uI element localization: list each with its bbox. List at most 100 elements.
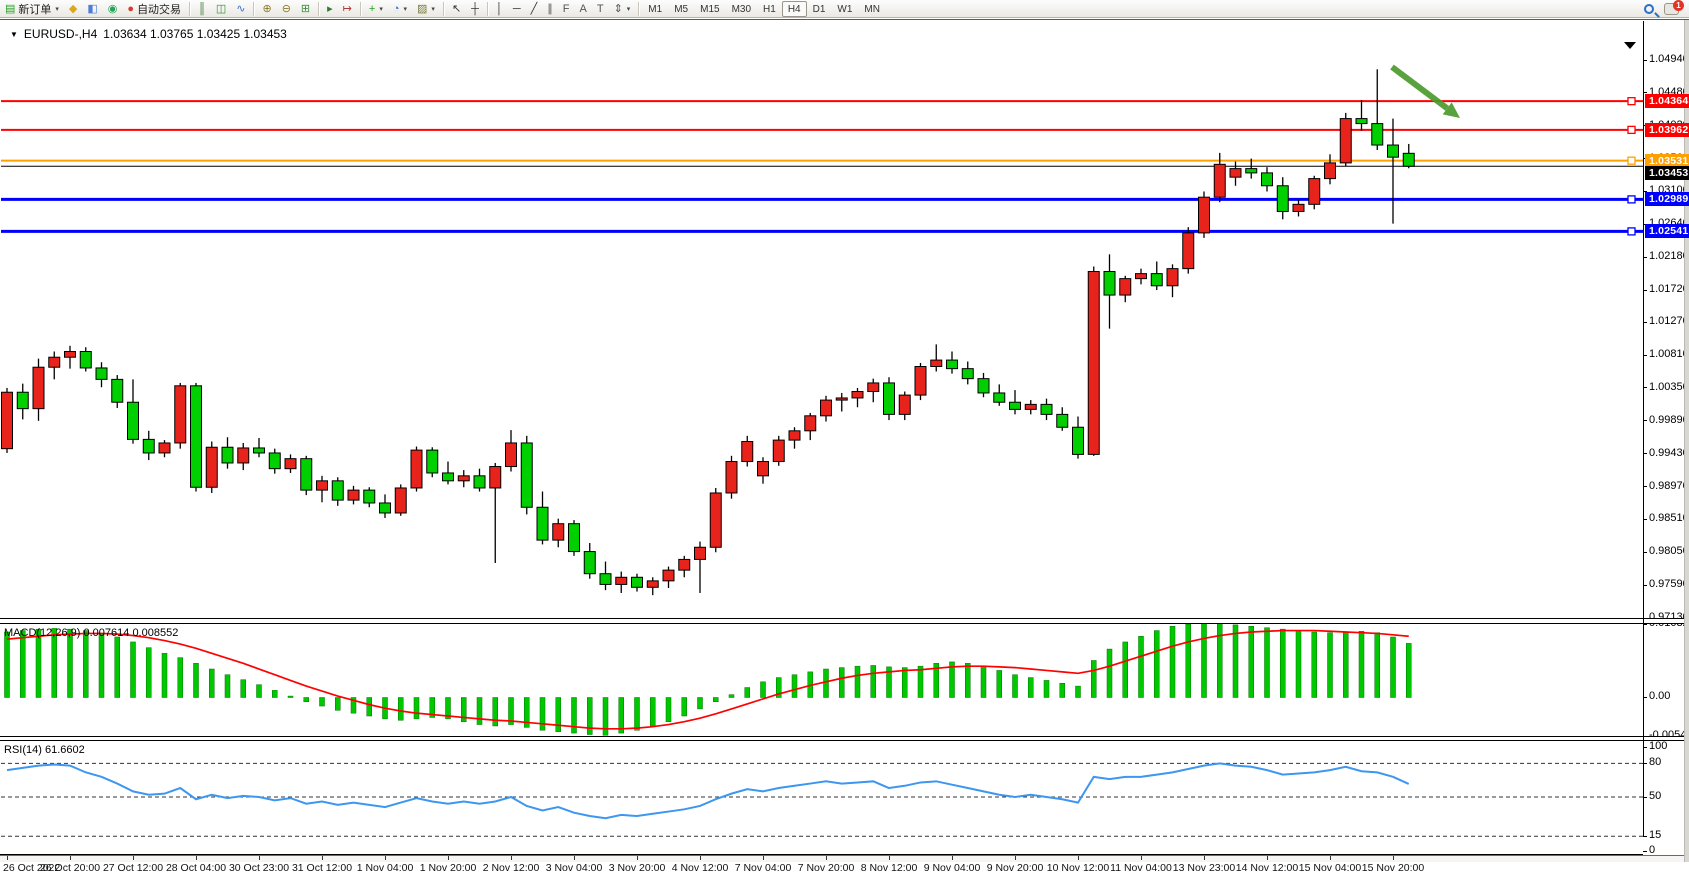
- time-label[interactable]: 9 Nov 20:00: [987, 862, 1044, 874]
- new-order-icon: ▤: [5, 1, 15, 17]
- time-label[interactable]: 1 Nov 20:00: [420, 862, 477, 874]
- bar-chart-button[interactable]: ║: [193, 1, 211, 17]
- chart-window[interactable]: ▼ EURUSD-,H4 1.03634 1.03765 1.03425 1.0…: [0, 19, 1689, 861]
- price-tick-label: 0.98970: [1649, 480, 1689, 492]
- time-label[interactable]: 30 Oct 23:00: [229, 862, 289, 874]
- crosshair-button[interactable]: ┼: [466, 1, 484, 17]
- arrows-tool-dropdown-icon[interactable]: ▾: [627, 5, 631, 13]
- chart-menu-icon[interactable]: ▼: [10, 30, 18, 39]
- right-scroll-strip[interactable]: [1684, 20, 1689, 862]
- auto-scroll-button[interactable]: ▸: [322, 1, 338, 17]
- price-tick-label: 1.00350: [1649, 381, 1689, 393]
- text-label-button[interactable]: T: [592, 1, 609, 17]
- pane-separator-macd[interactable]: [0, 618, 1689, 624]
- tile-windows-icon: ⊞: [301, 1, 310, 17]
- timeframe-w1[interactable]: W1: [831, 1, 858, 17]
- chart-shift-marker: [1624, 42, 1636, 49]
- rsi-line: [7, 763, 1409, 818]
- support-line-1[interactable]: [1, 196, 1643, 203]
- arrows-tool-button[interactable]: ⇕▾: [609, 1, 636, 17]
- auto-trading-icon: ●: [127, 1, 134, 17]
- time-label[interactable]: 7 Nov 04:00: [735, 862, 792, 874]
- crosshair-icon: ┼: [471, 1, 479, 17]
- resistance-line-1-handle[interactable]: [1628, 98, 1635, 105]
- time-tick: [826, 856, 827, 860]
- chat-bubble-icon[interactable]: 1: [1664, 3, 1679, 15]
- time-label[interactable]: 27 Oct 12:00: [103, 862, 163, 874]
- pivot-line[interactable]: [1, 157, 1643, 164]
- indicators-dropdown-icon[interactable]: ▾: [379, 5, 383, 13]
- resistance-line-2[interactable]: [1, 126, 1643, 133]
- support-line-1-handle[interactable]: [1628, 196, 1635, 203]
- timeframe-buttons: M1M5M15M30H1H4D1W1MN: [642, 1, 886, 17]
- resistance-line-2-handle[interactable]: [1628, 126, 1635, 133]
- time-label[interactable]: 8 Nov 12:00: [861, 862, 918, 874]
- search-icon[interactable]: [1644, 4, 1654, 14]
- resistance-line-1[interactable]: [1, 98, 1643, 105]
- periods-button[interactable]: ◔▾: [388, 1, 412, 17]
- tile-windows-button[interactable]: ⊞: [296, 1, 315, 17]
- time-tick: [574, 856, 575, 860]
- time-tick: [1141, 856, 1142, 860]
- toolbar-separator: [443, 2, 444, 16]
- time-label[interactable]: 31 Oct 12:00: [292, 862, 352, 874]
- text-button[interactable]: A: [574, 1, 591, 17]
- zoom-out-button[interactable]: ⊖: [277, 1, 296, 17]
- time-label[interactable]: 10 Nov 12:00: [1047, 862, 1109, 874]
- close-value: 1.03453: [243, 27, 286, 41]
- data-window-button[interactable]: ◧: [82, 1, 102, 17]
- timeframe-h1[interactable]: H1: [757, 1, 782, 17]
- candlestick-chart-button[interactable]: ◫: [211, 1, 231, 17]
- timeframe-d1[interactable]: D1: [807, 1, 832, 17]
- rsi-label: RSI(14) 61.6602: [4, 744, 85, 756]
- time-label[interactable]: 7 Nov 20:00: [798, 862, 855, 874]
- indicators-button[interactable]: +▾: [364, 1, 388, 17]
- time-label[interactable]: 26 Oct 20:00: [40, 862, 100, 874]
- time-label[interactable]: 11 Nov 04:00: [1110, 862, 1172, 874]
- cursor-button[interactable]: ↖: [447, 1, 466, 17]
- price-tick-label: 0.98510: [1649, 512, 1689, 524]
- trend-arrow-annotation[interactable]: [1392, 67, 1460, 118]
- time-label[interactable]: 13 Nov 23:00: [1173, 862, 1235, 874]
- time-label[interactable]: 14 Nov 12:00: [1236, 862, 1298, 874]
- channel-button[interactable]: ∥: [542, 1, 558, 17]
- templates-button[interactable]: ▨▾: [412, 1, 440, 17]
- time-label[interactable]: 2 Nov 12:00: [483, 862, 540, 874]
- timeframe-m30[interactable]: M30: [726, 1, 757, 17]
- time-label[interactable]: 1 Nov 04:00: [357, 862, 414, 874]
- time-label[interactable]: 9 Nov 04:00: [924, 862, 981, 874]
- zoom-in-button[interactable]: ⊕: [257, 1, 276, 17]
- time-label[interactable]: 4 Nov 12:00: [672, 862, 729, 874]
- market-watch-button[interactable]: ◆: [64, 1, 82, 17]
- timeframe-mn[interactable]: MN: [858, 1, 886, 17]
- timeframe-m15[interactable]: M15: [694, 1, 725, 17]
- pane-separator-rsi[interactable]: [0, 736, 1689, 741]
- timeframe-m1[interactable]: M1: [642, 1, 668, 17]
- time-label[interactable]: 3 Nov 04:00: [546, 862, 603, 874]
- time-label[interactable]: 3 Nov 20:00: [609, 862, 666, 874]
- price-tick-label: 0.97590: [1649, 578, 1689, 590]
- pivot-line-handle[interactable]: [1628, 157, 1635, 164]
- templates-dropdown-icon[interactable]: ▾: [431, 5, 435, 13]
- fibonacci-button[interactable]: F: [558, 1, 575, 17]
- chart-shift-button[interactable]: ↦: [338, 1, 357, 17]
- line-chart-button[interactable]: ∿: [231, 1, 250, 17]
- trendline-button[interactable]: ╱: [526, 1, 543, 17]
- timeframe-h4[interactable]: H4: [782, 1, 807, 17]
- rsi-value: 61.6602: [45, 744, 85, 756]
- time-label[interactable]: 15 Nov 20:00: [1362, 862, 1424, 874]
- support-line-2-handle[interactable]: [1628, 228, 1635, 235]
- periods-dropdown-icon[interactable]: ▾: [404, 5, 408, 13]
- vertical-line-button[interactable]: │: [491, 1, 508, 17]
- vertical-line-icon: │: [496, 1, 503, 17]
- horizontal-line-button[interactable]: ─: [508, 1, 526, 17]
- support-line-2[interactable]: [1, 228, 1643, 235]
- time-label[interactable]: 28 Oct 04:00: [166, 862, 226, 874]
- timeframe-m5[interactable]: M5: [668, 1, 694, 17]
- signals-button[interactable]: ◉: [103, 1, 123, 17]
- new-order-dropdown-icon[interactable]: ▾: [55, 5, 59, 13]
- new-order-button[interactable]: ▤新订单▾: [0, 1, 64, 17]
- auto-trading-button[interactable]: ●自动交易: [122, 1, 186, 17]
- time-label[interactable]: 15 Nov 04:00: [1299, 862, 1361, 874]
- resistance-line-1-price-label: 1.04364: [1645, 94, 1689, 108]
